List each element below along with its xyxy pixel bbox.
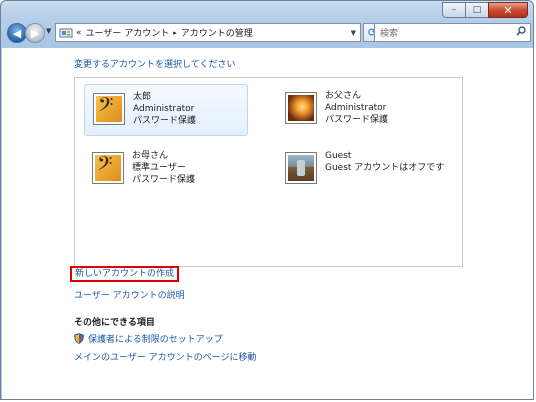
account-mother[interactable]: お母さん 標準ユーザー パスワード保護 (84, 144, 248, 196)
account-taro[interactable]: 太郎 Administrator パスワード保護 (84, 84, 248, 136)
account-type: Administrator (325, 103, 387, 113)
account-father[interactable]: お父さん Administrator パスワード保護 (277, 84, 441, 136)
account-guest[interactable]: Guest Guest アカウントはオフです (277, 144, 457, 196)
forward-arrow-icon[interactable]: ▶ (25, 23, 45, 43)
parental-controls-link[interactable]: 保護者による制限のセットアップ (74, 332, 223, 345)
shield-icon (74, 333, 84, 344)
explorer-window: – □ ✕ ◀ ▶ ▼ « ユーザー アカウント ▸ アカウントの管理 ▼ ⟳ (0, 0, 534, 400)
create-account-link[interactable]: 新しいアカウントの作成 (70, 266, 180, 282)
recent-pages-chevron-icon[interactable]: ▼ (46, 27, 51, 35)
account-status: パスワード保護 (132, 175, 196, 185)
music-clef-picture-icon (95, 155, 121, 181)
minimize-button[interactable]: – (442, 2, 466, 18)
avatar (92, 152, 124, 184)
page-heading: 変更するアカウントを選択してください (74, 60, 236, 70)
avatar (285, 92, 317, 124)
navigation-bar: ◀ ▶ ▼ « ユーザー アカウント ▸ アカウントの管理 ▼ ⟳ 検索 (7, 22, 531, 44)
account-type: Guest アカウントはオフです (325, 163, 445, 173)
lights-picture-icon (288, 95, 314, 121)
maximize-button[interactable]: □ (465, 2, 489, 18)
account-list: 太郎 Administrator パスワード保護 お父さん Administra… (74, 77, 463, 267)
explain-accounts-link[interactable]: ユーザー アカウントの説明 (74, 288, 185, 301)
breadcrumb-manage-accounts[interactable]: アカウントの管理 (181, 26, 253, 39)
control-panel-icon (59, 27, 73, 39)
search-input[interactable]: 検索 (374, 23, 531, 42)
avatar (285, 152, 317, 184)
account-type: Administrator (133, 104, 195, 114)
close-button[interactable]: ✕ (488, 2, 528, 18)
address-bar[interactable]: « ユーザー アカウント ▸ アカウントの管理 ▼ (55, 23, 361, 42)
parental-controls-label[interactable]: 保護者による制限のセットアップ (88, 332, 223, 345)
search-icon[interactable] (516, 26, 526, 39)
breadcrumb-user-accounts[interactable]: ユーザー アカウント (86, 26, 170, 39)
other-tasks-heading: その他にできる項目 (74, 318, 155, 328)
main-accounts-page-link[interactable]: メインのユーザー アカウントのページに移動 (74, 350, 257, 363)
chair-picture-icon (288, 155, 314, 181)
breadcrumb-overflow[interactable]: « (76, 28, 82, 38)
caption-buttons: – □ ✕ (442, 2, 528, 18)
content-pane: 変更するアカウントを選択してください 太郎 Administrator パスワー… (2, 48, 533, 399)
account-name: お母さん (132, 151, 169, 161)
account-name: お父さん (325, 91, 362, 101)
account-status: パスワード保護 (325, 115, 389, 125)
account-type: 標準ユーザー (132, 163, 186, 173)
music-clef-picture-icon (96, 96, 122, 122)
account-name: Guest (325, 151, 352, 161)
back-arrow-icon[interactable]: ◀ (7, 23, 27, 43)
address-dropdown-icon[interactable]: ▼ (351, 29, 356, 37)
avatar (93, 93, 125, 125)
breadcrumb-separator[interactable]: ▸ (173, 29, 177, 37)
account-status: パスワード保護 (133, 116, 197, 126)
search-placeholder: 検索 (380, 29, 399, 39)
account-name: 太郎 (133, 92, 152, 102)
